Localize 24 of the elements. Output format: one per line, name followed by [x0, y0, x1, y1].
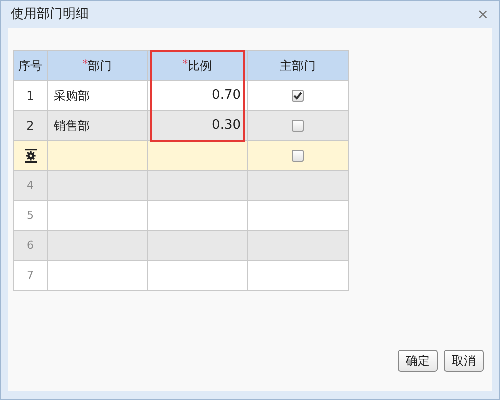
close-button[interactable]: ×	[477, 8, 489, 22]
column-header: 序号	[18, 58, 42, 72]
ratio-cell: 0.70	[212, 88, 241, 103]
column-header: 比例	[188, 58, 212, 72]
gear-icon[interactable]	[24, 149, 38, 164]
checkbox[interactable]	[292, 90, 304, 102]
window-title: 使用部门明细	[11, 6, 89, 24]
column-header: 部门	[88, 58, 112, 72]
checkbox[interactable]	[292, 120, 304, 132]
dialog-button[interactable]: 取消	[444, 350, 484, 372]
row-number: 5	[27, 209, 34, 222]
column-header: 主部门	[280, 58, 316, 72]
ratio-cell: 0.30	[212, 118, 241, 133]
required-mark: *	[83, 58, 88, 70]
dialog-button[interactable]: 确定	[398, 350, 438, 372]
checkbox[interactable]	[292, 150, 304, 162]
row-number: 2	[26, 118, 34, 132]
row-number: 6	[27, 239, 34, 252]
department-cell: 采购部	[54, 88, 90, 102]
row-number: 1	[26, 88, 34, 102]
row-number: 4	[27, 179, 34, 192]
department-cell: 销售部	[54, 118, 90, 132]
required-mark: *	[183, 58, 188, 70]
row-number: 7	[27, 269, 34, 282]
